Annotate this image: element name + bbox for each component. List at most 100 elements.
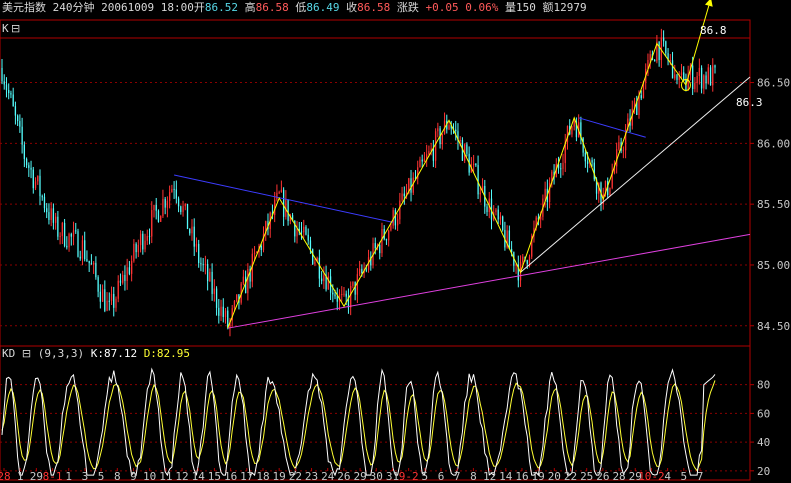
date-tick-label: 14 [192,470,206,483]
candle-body [10,93,12,95]
candle-body [52,208,55,223]
candle-body [381,228,383,254]
date-tick-label: 16 [515,470,528,483]
candle-body [696,76,698,84]
date-tick-label: 28 [0,470,11,483]
candle-body [130,260,133,274]
d-value: D:82.95 [144,347,190,360]
candle-body [374,243,376,249]
date-tick-label: 28 [612,470,625,483]
date-tick-label: 29 [353,470,366,483]
candle-body [139,233,142,246]
candle-body [162,198,164,217]
candle-body [160,216,162,222]
candle-body [314,261,316,265]
candle-body [8,90,10,94]
candle-body [153,205,155,211]
candle-body [16,115,19,122]
candle-body [3,81,5,85]
date-tick-label: 5 [681,470,688,483]
candle-body [674,74,676,79]
candle-body [305,226,307,235]
candle-body [220,306,222,316]
candle-body [423,158,426,162]
candle-body [166,200,169,208]
candle-body [361,268,363,273]
candle-body [146,236,148,241]
candle-body [227,310,229,328]
candle-body [358,268,361,275]
candle-body [459,140,461,142]
candle-body [72,230,75,237]
candle-body [428,151,430,155]
candle-body [70,234,72,237]
price-panel-collapse-button[interactable]: ⊟ [11,22,20,35]
candle-body [388,230,390,241]
price-y-axis: 86.50 86.00 85.50 85.00 84.50 [750,77,790,333]
k-line [1,367,716,477]
candle-body [571,126,573,135]
candle-body [705,75,707,84]
date-tick-label: 7 [697,470,704,483]
kd-tick-label: 80 [757,379,770,392]
candle-body [99,291,101,302]
candle-body [394,210,397,226]
candle-body [591,160,593,163]
candle-body [280,189,283,193]
candle-body [195,243,198,247]
candle-body [584,152,587,162]
candle-body [707,67,709,84]
candle-body [522,256,524,262]
candle-body [421,159,423,162]
date-tick-label: 19 [273,470,286,483]
candle-body [562,163,564,169]
candle-body [5,84,8,91]
candle-body [79,256,81,259]
candle-body [115,298,117,308]
candle-body [410,178,412,193]
candle-body [475,163,477,166]
candle-body [712,65,714,86]
candle-body [233,301,236,309]
candle-body [479,192,481,195]
candle-body [92,262,95,265]
candle-body [211,271,213,294]
candle-body [586,161,589,164]
date-tick-label: 26 [337,470,350,483]
candle-body [151,210,153,237]
candle-body [320,278,323,282]
date-tick-label: 8 [470,470,477,483]
candle-body [455,129,457,132]
date-tick-label: 3 [82,470,89,483]
candle-body [499,216,502,220]
candle-body [137,245,139,253]
price-panel-label: K [2,22,9,35]
date-tick-label: 5 [422,470,429,483]
candle-body [193,226,195,247]
date-tick-label: 17 [240,470,253,483]
candle-body [1,67,3,82]
candle-body [171,188,173,193]
candle-body [432,148,435,161]
chart-canvas[interactable]: K ⊟ 86.5086.0085.5085.0084.50 86.8 86.3 … [0,0,791,483]
candle-body [441,133,443,145]
date-tick-label: 12 [483,470,496,483]
date-tick-label: 22 [564,470,577,483]
date-tick-label: 31 [386,470,399,483]
candle-body [37,175,39,182]
candle-body [75,230,77,232]
date-tick-label: 30 [370,470,383,483]
kd-collapse-button: ⊟ [22,347,31,360]
kd-tick-label: 60 [757,407,770,420]
candle-body [57,216,59,237]
candle-body [419,159,421,168]
candle-body [327,276,329,290]
candle-body [334,294,336,297]
candle-body [694,83,696,89]
candle-body [649,54,651,61]
candle-body [86,259,88,261]
candle-body [466,144,468,154]
candle-body [341,294,343,296]
candle-body [97,277,99,292]
date-tick-label: 10-2 [638,470,665,483]
